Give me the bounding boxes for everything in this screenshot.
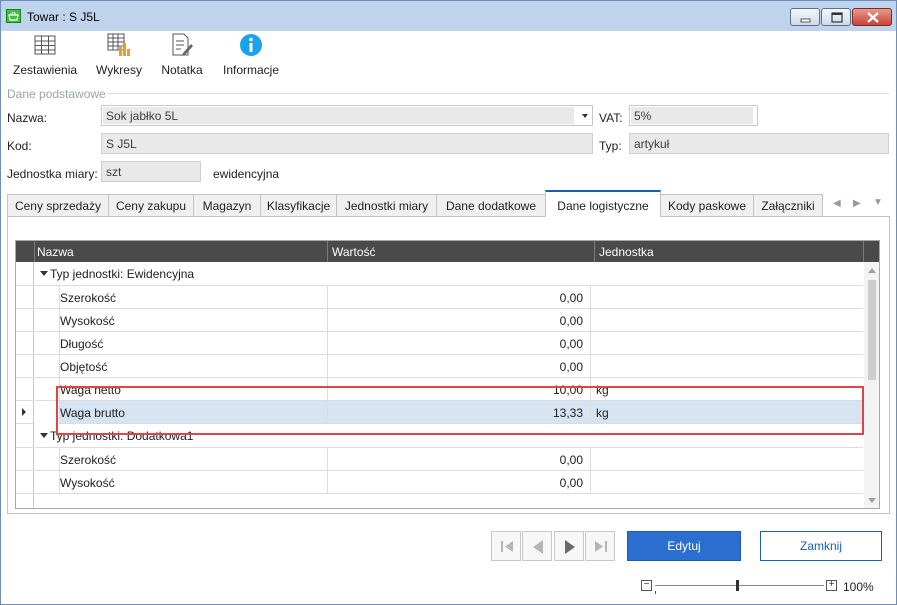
tab-zalaczniki[interactable]: Załączniki [753, 194, 823, 216]
row-selector[interactable] [16, 262, 34, 286]
chevron-down-icon [582, 114, 588, 118]
chart-table-icon [107, 33, 130, 56]
expand-triangle-icon[interactable] [40, 433, 48, 438]
grid-vertical-scrollbar[interactable] [864, 262, 879, 508]
column-header-name[interactable]: Nazwa [37, 245, 74, 259]
last-icon [595, 541, 607, 552]
maximize-button[interactable] [821, 8, 851, 26]
tab-dane-dodatkowe[interactable]: Dane dodatkowe [436, 194, 546, 216]
table-row[interactable]: Szerokość 0,00 [35, 448, 863, 471]
last-record-button[interactable] [585, 531, 615, 561]
type-field[interactable]: artykuł [629, 133, 889, 154]
scroll-down-icon[interactable] [868, 498, 876, 503]
toolbar: Zestawienia Wykresy Notatka Informacje [1, 31, 896, 83]
minimize-button[interactable] [790, 8, 820, 26]
previous-icon [533, 540, 543, 554]
zoom-slider-track[interactable] [655, 585, 824, 586]
row-selector[interactable] [16, 448, 34, 471]
tab-ceny-sprzedazy[interactable]: Ceny sprzedaży [7, 194, 109, 216]
grid-header: Nazwa Wartość Jednostka [16, 241, 879, 262]
tab-scroll-right-icon[interactable]: ▶ [853, 198, 861, 209]
zoom-control: − + 100% [641, 580, 881, 594]
row-selector[interactable] [16, 309, 34, 332]
close-window-button[interactable] [852, 8, 892, 26]
zoom-in-button[interactable]: + [826, 580, 837, 591]
unit-note: ewidencyjna [213, 167, 280, 181]
toolbar-zestawienia-button[interactable]: Zestawienia [13, 33, 77, 77]
row-selector[interactable] [16, 494, 34, 508]
tab-jednostki-miary[interactable]: Jednostki miary [336, 194, 437, 216]
unit-field[interactable]: szt [101, 161, 201, 182]
table-row[interactable]: Objętość 0,00 [35, 355, 863, 378]
close-icon [867, 12, 879, 23]
row-selector-current[interactable] [16, 401, 34, 424]
next-icon [565, 540, 575, 554]
table-row[interactable]: Szerokość 0,00 [35, 286, 863, 309]
first-record-button[interactable] [491, 531, 521, 561]
minimize-icon [800, 18, 811, 23]
tab-ceny-zakupu[interactable]: Ceny zakupu [108, 194, 194, 216]
toolbar-informacje-button[interactable]: Informacje [221, 33, 281, 77]
maximize-icon [831, 12, 843, 23]
name-dropdown[interactable]: Sok jabłko 5L [101, 105, 593, 126]
table-row[interactable]: Waga netto 10,00 kg [35, 378, 863, 401]
toolbar-wykresy-button[interactable]: Wykresy [95, 33, 143, 77]
zoom-slider-thumb[interactable] [736, 580, 739, 591]
unit-label: Jednostka miary: [7, 167, 98, 181]
info-icon [240, 34, 262, 56]
vat-label: VAT: [599, 111, 623, 125]
edit-button[interactable]: Edytuj [627, 531, 741, 561]
tab-klasyfikacje[interactable]: Klasyfikacje [260, 194, 337, 216]
toolbar-notatka-button[interactable]: Notatka [159, 33, 205, 77]
table-row-selected[interactable]: Waga brutto 13,33 kg [35, 401, 863, 424]
tab-strip: Ceny sprzedaży Ceny zakupu Magazyn Klasy… [7, 190, 890, 217]
title-bar: Towar : S J5L [1, 1, 896, 31]
basket-icon [6, 9, 21, 23]
column-header-value[interactable]: Wartość [332, 245, 376, 259]
section-divider [107, 93, 889, 94]
table-row[interactable]: Wysokość 0,00 [35, 309, 863, 332]
window-title: Towar : S J5L [27, 10, 100, 24]
product-window: Towar : S J5L Zestawienia Wykresy Notatk… [0, 0, 897, 605]
table-row[interactable]: Długość 0,00 [35, 332, 863, 355]
row-selector[interactable] [16, 286, 34, 309]
row-selector[interactable] [16, 424, 34, 448]
tab-list-dropdown-icon[interactable]: ▼ [873, 197, 883, 208]
column-header-unit[interactable]: Jednostka [599, 245, 654, 259]
row-selector[interactable] [16, 332, 34, 355]
zoom-level: 100% [843, 580, 874, 594]
section-label-basic: Dane podstawowe [7, 87, 106, 101]
expand-triangle-icon[interactable] [40, 271, 48, 276]
vat-field[interactable]: 5% [629, 105, 758, 126]
name-label: Nazwa: [7, 111, 48, 125]
first-icon [501, 541, 513, 552]
row-selector[interactable] [16, 355, 34, 378]
tab-magazyn[interactable]: Magazyn [193, 194, 261, 216]
group-row[interactable]: Typ jednostki: Dodatkowa1 [35, 424, 863, 448]
tab-scroll-left-icon[interactable]: ◀ [833, 198, 841, 209]
table-row[interactable]: Wysokość 0,00 [35, 471, 863, 494]
code-label: Kod: [7, 139, 32, 153]
zoom-out-button[interactable]: − [641, 580, 652, 591]
close-button[interactable]: Zamknij [760, 531, 882, 561]
next-record-button[interactable] [554, 531, 584, 561]
logistics-grid: Nazwa Wartość Jednostka Typ jednostki: E… [15, 240, 880, 509]
row-selector[interactable] [16, 471, 34, 494]
table-icon [34, 35, 56, 55]
scrollbar-thumb[interactable] [868, 280, 876, 380]
tab-dane-logistyczne[interactable]: Dane logistyczne [545, 190, 661, 217]
tab-kody-paskowe[interactable]: Kody paskowe [660, 194, 754, 216]
previous-record-button[interactable] [522, 531, 552, 561]
note-edit-icon [172, 33, 193, 56]
row-selector[interactable] [16, 378, 34, 401]
group-row[interactable]: Typ jednostki: Ewidencyjna [35, 262, 863, 286]
scroll-up-icon[interactable] [868, 268, 876, 273]
type-label: Typ: [599, 139, 622, 153]
current-row-arrow-icon [22, 408, 26, 416]
code-field[interactable]: S J5L [101, 133, 593, 154]
